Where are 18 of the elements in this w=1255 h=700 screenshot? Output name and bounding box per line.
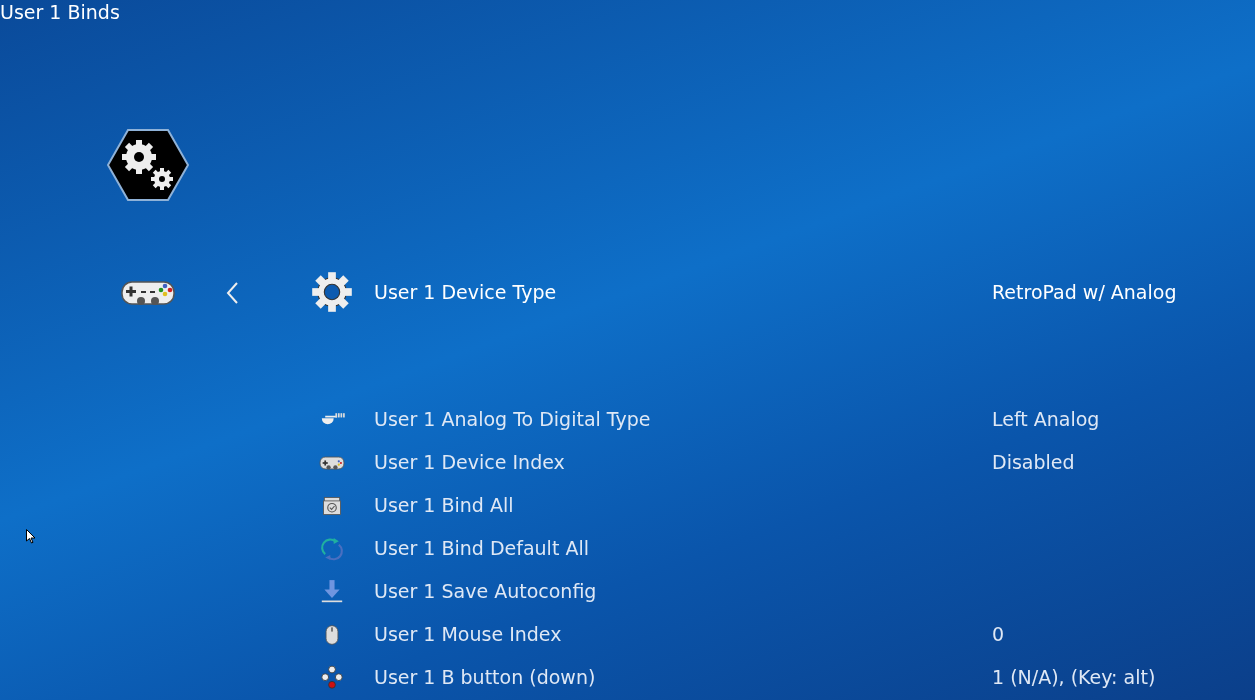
menu-item-label[interactable]: User 1 B button (down) xyxy=(374,663,992,692)
gamepad-icon[interactable] xyxy=(121,280,175,308)
menu-item-label[interactable]: User 1 Device Type xyxy=(374,277,992,307)
menu-item-label[interactable]: User 1 Analog To Digital Type xyxy=(374,405,992,434)
menu-item-value: Left Analog xyxy=(992,407,1100,433)
menu-item-label[interactable]: User 1 Device Index xyxy=(374,448,992,477)
menu-item-label[interactable]: User 1 Mouse Index xyxy=(374,620,992,649)
menu-item-value: 0 xyxy=(992,622,1005,648)
window-title: User 1 Binds xyxy=(0,0,120,24)
menu-item-label[interactable]: User 1 Bind All xyxy=(374,491,992,520)
menu-item-value: 1 (N/A), (Key: alt) xyxy=(992,665,1156,691)
menu-item-value: RetroPad w/ Analog xyxy=(992,279,1177,305)
settings-category-icon[interactable] xyxy=(107,129,189,201)
menu-item-label[interactable]: User 1 Save Autoconfig xyxy=(374,577,992,606)
gear-icon xyxy=(310,270,354,314)
mouse-pointer-icon xyxy=(26,529,36,545)
menu-item-value: Disabled xyxy=(992,450,1075,476)
menu-item-label[interactable]: User 1 Bind Default All xyxy=(374,534,992,563)
